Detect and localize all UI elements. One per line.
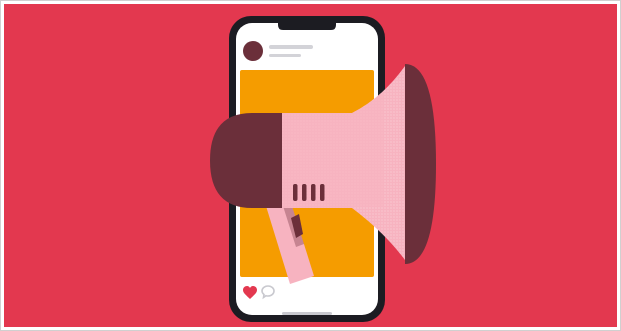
grille-slot <box>293 184 298 201</box>
illustration-canvas <box>0 0 621 331</box>
megaphone-cap <box>210 113 282 208</box>
phone-notch <box>278 21 336 30</box>
subtitle-placeholder <box>269 54 301 57</box>
grille-slot <box>320 184 325 201</box>
grille-slot <box>302 184 307 201</box>
avatar <box>243 41 263 61</box>
username-placeholder <box>269 45 313 49</box>
grille-slot <box>311 184 316 201</box>
illustration <box>0 0 621 331</box>
home-indicator <box>282 312 332 315</box>
